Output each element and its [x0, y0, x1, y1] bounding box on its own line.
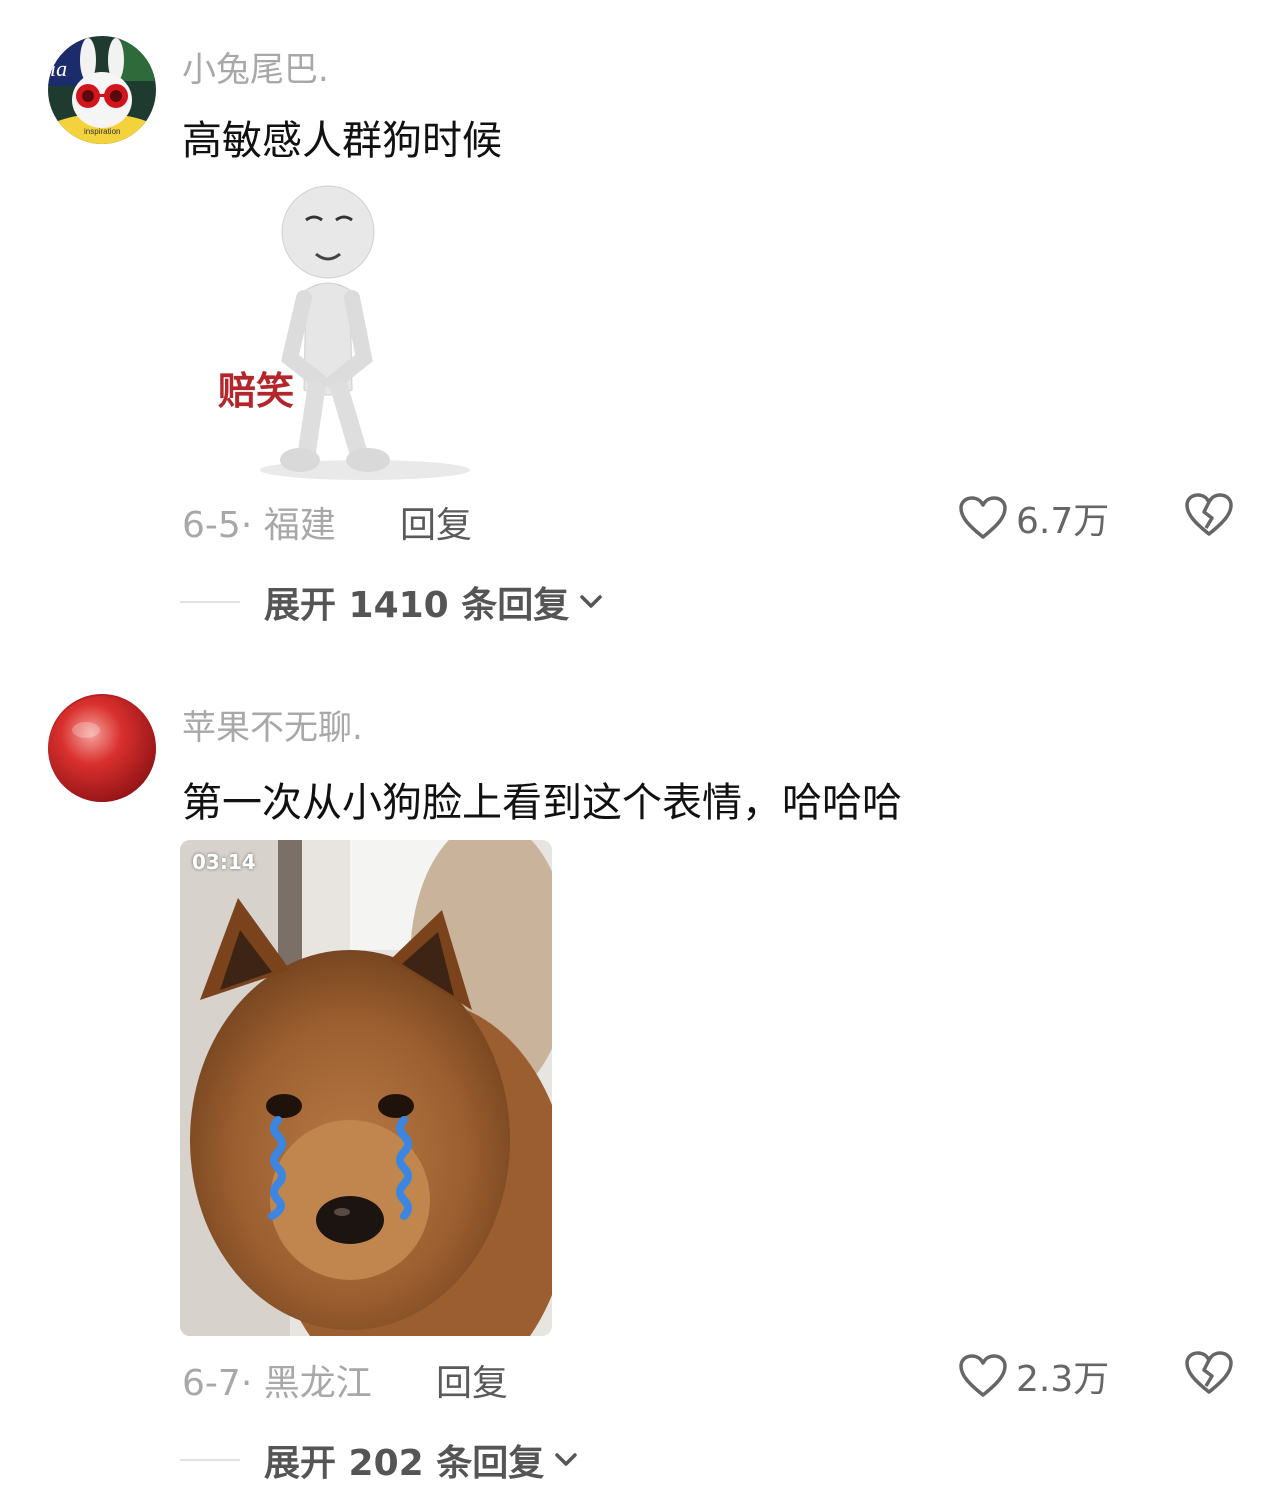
comment-text: 第一次从小狗脸上看到这个表情，哈哈哈 — [182, 780, 902, 826]
username[interactable]: 小兔尾巴. — [182, 42, 329, 91]
comment-date: 6-7 — [182, 1363, 241, 1404]
username[interactable]: 苹果不无聊. — [182, 700, 363, 749]
divider-line — [180, 601, 240, 603]
svg-text:ia: ia — [50, 56, 67, 81]
divider-line — [180, 1459, 240, 1461]
svg-text:inspiration: inspiration — [84, 127, 120, 136]
heart-icon — [959, 496, 1007, 539]
like-count: 6.7万 — [1016, 501, 1110, 542]
separator-dot: · — [240, 1363, 264, 1404]
video-duration: 03:14 — [192, 850, 256, 874]
expand-replies-button[interactable]: 展开 202 条回复 — [180, 1434, 578, 1486]
sticker-image[interactable]: 赔笑 — [180, 180, 480, 480]
like-count: 2.3万 — [1016, 1359, 1110, 1400]
comment-date-location: 6-5· 福建 — [182, 496, 336, 548]
expand-replies-label: 展开 202 条回复 — [264, 1443, 545, 1484]
comment-location: 福建 — [263, 505, 336, 546]
comment-date-location: 6-7· 黑龙江 — [182, 1354, 372, 1406]
comment-location: 黑龙江 — [263, 1363, 372, 1404]
avatar[interactable]: ia inspiration — [48, 36, 156, 144]
chevron-down-icon — [555, 1453, 577, 1466]
like-button[interactable]: 2.3万 — [958, 1350, 1109, 1402]
broken-heart-icon — [1185, 1351, 1233, 1394]
separator-dot: · — [240, 505, 264, 546]
broken-heart-icon — [1185, 493, 1233, 536]
comment-text: 高敏感人群狗时候 — [182, 118, 502, 164]
dislike-button[interactable] — [1184, 492, 1234, 542]
expand-replies-label: 展开 1410 条回复 — [264, 585, 570, 626]
avatar[interactable] — [48, 694, 156, 802]
video-thumbnail[interactable]: 03:14 — [180, 840, 552, 1336]
bunny-sunglasses-avatar-icon: ia inspiration — [48, 36, 156, 144]
reply-button[interactable]: 回复 — [400, 496, 472, 548]
expand-replies-button[interactable]: 展开 1410 条回复 — [180, 576, 603, 628]
like-button[interactable]: 6.7万 — [958, 492, 1109, 544]
comment-date: 6-5 — [182, 505, 241, 546]
heart-icon — [959, 1354, 1007, 1397]
sticker-caption: 赔笑 — [218, 369, 295, 413]
dislike-button[interactable] — [1184, 1350, 1234, 1400]
reply-button[interactable]: 回复 — [436, 1354, 508, 1406]
apple-avatar-icon — [48, 694, 156, 802]
chevron-down-icon — [580, 595, 603, 608]
